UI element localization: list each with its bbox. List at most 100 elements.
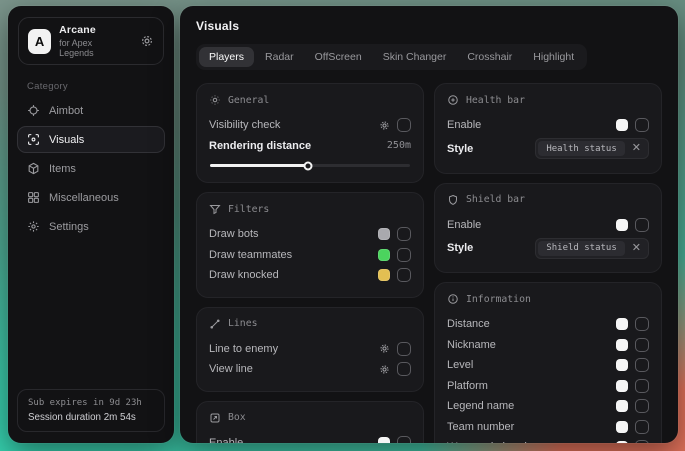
sidebar: A Arcane for Apex Legends Category A bbox=[8, 6, 174, 443]
tab-offscreen[interactable]: OffScreen bbox=[305, 47, 372, 67]
panel-general: General Visibility check bbox=[196, 83, 424, 183]
tab-skin-changer[interactable]: Skin Changer bbox=[373, 47, 457, 67]
grid-icon bbox=[27, 191, 40, 204]
tab-bar: Players Radar OffScreen Skin Changer Cro… bbox=[196, 44, 587, 70]
filter-icon bbox=[209, 203, 221, 215]
session-duration-text: Session duration 2m 54s bbox=[28, 412, 154, 423]
sidebar-item-items[interactable]: Items bbox=[17, 155, 165, 182]
view-line-checkbox[interactable] bbox=[397, 362, 411, 376]
setting-row-health-style: Style Health status ✕ bbox=[447, 136, 649, 162]
setting-row-box-enable: Enable bbox=[209, 433, 411, 444]
health-style-select[interactable]: Health status ✕ bbox=[535, 138, 649, 159]
sidebar-item-label: Aimbot bbox=[49, 105, 83, 117]
platform-checkbox[interactable] bbox=[635, 379, 649, 393]
color-swatch[interactable] bbox=[616, 441, 628, 443]
setting-row-draw-knocked: Draw knocked bbox=[209, 265, 411, 286]
page-title: Visuals bbox=[196, 19, 662, 33]
sidebar-item-label: Items bbox=[49, 163, 76, 175]
gear-icon[interactable] bbox=[379, 120, 390, 131]
rendering-distance-value: 250m bbox=[387, 140, 411, 151]
sidebar-item-visuals[interactable]: Visuals bbox=[17, 126, 165, 153]
color-swatch[interactable] bbox=[616, 318, 628, 330]
app-header: A Arcane for Apex Legends bbox=[18, 17, 164, 65]
color-swatch[interactable] bbox=[378, 269, 390, 281]
panel-title: Information bbox=[466, 294, 531, 305]
sidebar-item-aimbot[interactable]: Aimbot bbox=[17, 97, 165, 124]
box-enable-checkbox[interactable] bbox=[397, 436, 411, 443]
sidebar-item-miscellaneous[interactable]: Miscellaneous bbox=[17, 184, 165, 211]
line-to-enemy-checkbox[interactable] bbox=[397, 342, 411, 356]
gear-icon[interactable] bbox=[379, 343, 390, 354]
panel-title: Shield bar bbox=[466, 194, 525, 205]
tab-players[interactable]: Players bbox=[199, 47, 254, 67]
legend-name-checkbox[interactable] bbox=[635, 399, 649, 413]
rendering-distance-slider[interactable] bbox=[210, 164, 410, 167]
setting-row-rendering-distance: Rendering distance 250m bbox=[209, 136, 411, 157]
slider-thumb[interactable] bbox=[304, 161, 313, 170]
panel-box: Box Enable Enable background bbox=[196, 401, 424, 444]
panel-title: General bbox=[228, 95, 269, 106]
nickname-checkbox[interactable] bbox=[635, 338, 649, 352]
close-icon[interactable]: ✕ bbox=[632, 143, 641, 154]
color-swatch[interactable] bbox=[378, 437, 390, 443]
color-swatch[interactable] bbox=[616, 359, 628, 371]
setting-row-draw-bots: Draw bots bbox=[209, 224, 411, 245]
color-swatch[interactable] bbox=[616, 400, 628, 412]
setting-row-platform: Platform bbox=[447, 376, 649, 397]
tab-crosshair[interactable]: Crosshair bbox=[457, 47, 522, 67]
diagonal-line-icon bbox=[209, 318, 221, 330]
health-enable-checkbox[interactable] bbox=[635, 118, 649, 132]
app-name: Arcane bbox=[59, 24, 124, 36]
shield-enable-checkbox[interactable] bbox=[635, 218, 649, 232]
tab-highlight[interactable]: Highlight bbox=[523, 47, 584, 67]
color-swatch[interactable] bbox=[616, 219, 628, 231]
color-swatch[interactable] bbox=[378, 249, 390, 261]
eye-scan-icon bbox=[27, 133, 40, 146]
draw-teammates-checkbox[interactable] bbox=[397, 248, 411, 262]
panel-lines: Lines Line to enemy bbox=[196, 307, 424, 392]
sidebar-item-settings[interactable]: Settings bbox=[17, 213, 165, 240]
setting-row-level: Level bbox=[447, 355, 649, 376]
package-icon bbox=[27, 162, 40, 175]
color-swatch[interactable] bbox=[616, 421, 628, 433]
draw-bots-checkbox[interactable] bbox=[397, 227, 411, 241]
weapon-in-hands-checkbox[interactable] bbox=[635, 440, 649, 443]
shield-style-select[interactable]: Shield status ✕ bbox=[535, 238, 649, 259]
color-swatch[interactable] bbox=[378, 228, 390, 240]
panel-title: Health bar bbox=[466, 95, 525, 106]
crosshair-icon bbox=[27, 104, 40, 117]
gear-icon[interactable] bbox=[140, 34, 154, 48]
box-icon bbox=[209, 412, 221, 424]
setting-row-health-enable: Enable bbox=[447, 115, 649, 136]
gear-icon[interactable] bbox=[379, 364, 390, 375]
info-icon bbox=[447, 293, 459, 305]
panel-filters: Filters Draw bots Draw teammates bbox=[196, 192, 424, 298]
panel-title: Box bbox=[228, 412, 246, 423]
sidebar-nav: Aimbot Visuals Items bbox=[8, 97, 174, 240]
setting-row-nickname: Nickname bbox=[447, 335, 649, 356]
distance-checkbox[interactable] bbox=[635, 317, 649, 331]
health-plus-icon bbox=[447, 94, 459, 106]
sidebar-item-label: Miscellaneous bbox=[49, 192, 119, 204]
panel-title: Filters bbox=[228, 204, 269, 215]
color-swatch[interactable] bbox=[616, 339, 628, 351]
color-swatch[interactable] bbox=[616, 380, 628, 392]
panel-shield-bar: Shield bar Enable Style Shield status bbox=[434, 183, 662, 274]
panel-health-bar: Health bar Enable Style Health status bbox=[434, 83, 662, 174]
sidebar-item-label: Visuals bbox=[49, 134, 84, 146]
setting-row-shield-style: Style Shield status ✕ bbox=[447, 235, 649, 261]
setting-row-draw-teammates: Draw teammates bbox=[209, 245, 411, 266]
visibility-check-checkbox[interactable] bbox=[397, 118, 411, 132]
app-window: A Arcane for Apex Legends Category A bbox=[8, 6, 678, 443]
tab-radar[interactable]: Radar bbox=[255, 47, 304, 67]
color-swatch[interactable] bbox=[616, 119, 628, 131]
close-icon[interactable]: ✕ bbox=[632, 243, 641, 254]
setting-row-weapon-in-hands: Weapon in hands bbox=[447, 437, 649, 443]
setting-row-distance: Distance bbox=[447, 314, 649, 335]
level-checkbox[interactable] bbox=[635, 358, 649, 372]
style-tag: Health status bbox=[538, 141, 624, 156]
app-subtitle: for Apex Legends bbox=[59, 38, 124, 58]
draw-knocked-checkbox[interactable] bbox=[397, 268, 411, 282]
team-number-checkbox[interactable] bbox=[635, 420, 649, 434]
setting-row-view-line: View line bbox=[209, 359, 411, 380]
